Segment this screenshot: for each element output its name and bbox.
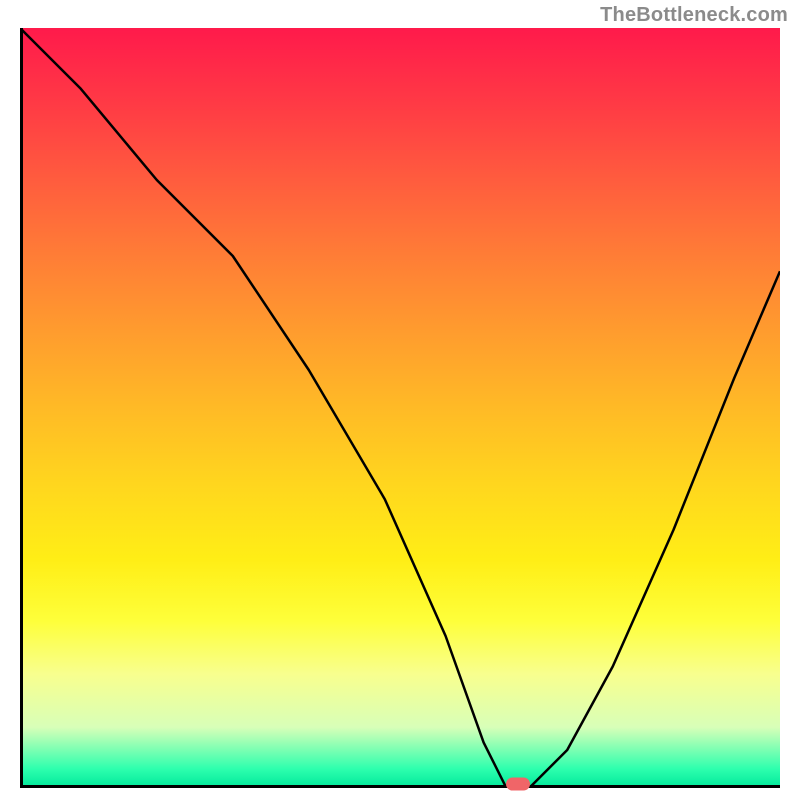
plot-area [20,28,780,788]
watermark-text: TheBottleneck.com [600,4,788,27]
chart-frame [20,28,780,788]
optimal-marker [506,778,530,791]
bottleneck-curve [20,28,780,788]
